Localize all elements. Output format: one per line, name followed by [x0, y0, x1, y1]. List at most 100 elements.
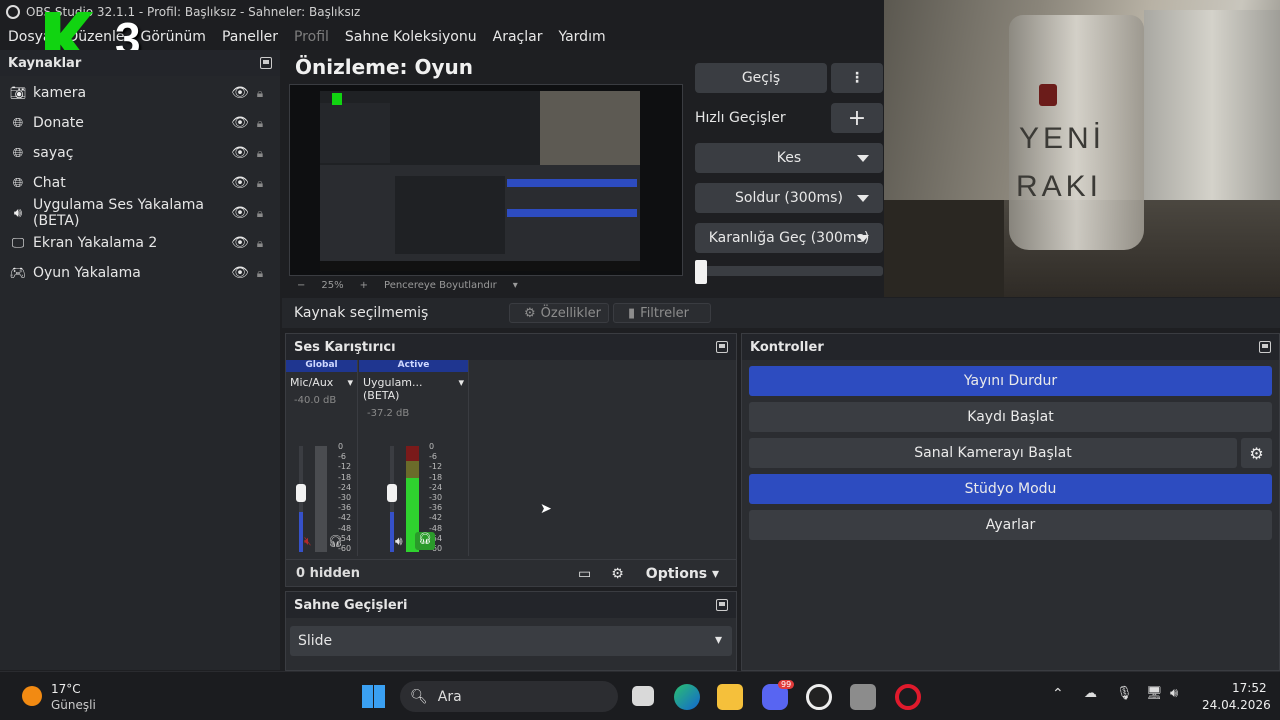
tbar-track[interactable] — [695, 266, 883, 276]
audio-mixer-dock: Ses Karıştırıcı Global Mic/Aux ▾ -40.0 dB… — [285, 333, 737, 587]
chevron-up-icon[interactable]: ⌃ — [1052, 686, 1064, 702]
source-item-game-capture[interactable]: 🎮︎ Oyun Yakalama 👁︎ 🔒︎ — [0, 258, 280, 288]
filters-button[interactable]: ▮ Filtreler — [613, 303, 711, 323]
filters-label: Filtreler — [640, 305, 690, 321]
gamepad-icon: 🎮︎ — [9, 265, 27, 281]
controls-header: Kontroller — [742, 334, 1279, 360]
windows-taskbar: 17°C Güneşli 🔍︎ Ara 99 ⌃ ☁︎ 🎙︎ 🖥︎ 🔊︎ 17:5… — [0, 671, 1280, 720]
edge-browser-icon[interactable] — [674, 684, 700, 710]
lock-icon[interactable]: 🔒︎ — [250, 146, 270, 161]
tbar-handle[interactable] — [695, 260, 707, 284]
gear-icon[interactable]: ⚙ — [1241, 438, 1272, 468]
menu-yardim[interactable]: Yardım — [558, 29, 605, 45]
gear-icon: ⚙ — [524, 305, 536, 321]
source-item-donate[interactable]: 🌐︎ Donate 👁︎ 🔒︎ — [0, 108, 280, 138]
bottle-text-top: YENİ — [1019, 122, 1106, 155]
network-cloud-icon[interactable]: ☁︎ — [1084, 686, 1097, 701]
visibility-eye-icon[interactable]: 👁︎ — [230, 145, 250, 161]
volume-fader-handle[interactable] — [387, 484, 397, 502]
source-item-chat[interactable]: 🌐︎ Chat 👁︎ 🔒︎ — [0, 168, 280, 198]
source-name: Uygulama Ses Yakalama (BETA) — [33, 197, 205, 229]
lock-icon[interactable]: 🔒︎ — [250, 86, 270, 101]
weather-desc[interactable]: Güneşli — [51, 698, 96, 712]
channel-name-dropdown[interactable]: Mic/Aux ▾ — [286, 372, 357, 393]
visibility-eye-icon[interactable]: 👁︎ — [230, 115, 250, 131]
wifi-icon[interactable]: 🖥︎ — [1146, 686, 1163, 701]
add-quick-transition-button[interactable]: + — [831, 103, 883, 133]
source-item-kamera[interactable]: 📷︎ kamera 👁︎ 🔒︎ — [0, 78, 280, 108]
monitor-headphone-icon[interactable]: 🎧︎ — [415, 532, 435, 550]
start-windows-icon[interactable] — [362, 685, 385, 708]
settings-button[interactable]: Ayarlar — [749, 510, 1272, 540]
task-view-icon[interactable] — [632, 686, 654, 706]
stop-streaming-button[interactable]: Yayını Durdur — [749, 366, 1272, 396]
visibility-eye-icon[interactable]: 👁︎ — [230, 85, 250, 101]
channel-name: Uygulam... (BETA) — [363, 376, 423, 402]
app-taskbar-icon[interactable] — [850, 684, 876, 710]
menu-sahne-koleksiyonu[interactable]: Sahne Koleksiyonu — [345, 29, 477, 45]
source-item-app-audio[interactable]: 🔊︎ Uygulama Ses Yakalama (BETA) 👁︎ 🔒︎ — [0, 197, 280, 229]
channel-name-dropdown[interactable]: Uygulam... (BETA) ▾ — [359, 372, 468, 406]
channel-tag: Global — [286, 360, 357, 372]
advanced-audio-gear-icon[interactable]: ⚙ — [611, 566, 624, 582]
undock-icon[interactable] — [1259, 341, 1271, 353]
options-label: Options — [645, 565, 708, 582]
visibility-eye-icon[interactable]: 👁︎ — [230, 235, 250, 251]
studio-mode-button[interactable]: Stüdyo Modu — [749, 474, 1272, 504]
clock-date[interactable]: 24.04.2026 — [1202, 698, 1271, 712]
start-virtual-camera-button[interactable]: Sanal Kamerayı Başlat — [749, 438, 1237, 468]
properties-button[interactable]: ⚙ Özellikler — [509, 303, 609, 323]
transition-button[interactable]: Geçiş — [695, 63, 827, 93]
zoom-in-icon[interactable]: + — [360, 280, 368, 291]
menu-araclar[interactable]: Araçlar — [493, 29, 543, 45]
more-options-icon[interactable]: ⋮ — [831, 63, 883, 93]
speaker-icon[interactable]: 🔊︎ — [395, 534, 403, 549]
fade-transition-dropdown[interactable]: Soldur (300ms) — [695, 183, 883, 213]
fade-label: Soldur (300ms) — [735, 190, 843, 206]
lock-icon[interactable]: 🔒︎ — [250, 206, 270, 221]
volume-fader-handle[interactable] — [296, 484, 306, 502]
visibility-eye-icon[interactable]: 👁︎ — [230, 265, 250, 281]
obs-taskbar-icon[interactable] — [806, 684, 832, 710]
opera-browser-icon[interactable] — [895, 684, 921, 710]
volume-icon[interactable]: 🔊︎ — [1170, 686, 1178, 701]
lock-icon[interactable]: 🔒︎ — [250, 236, 270, 251]
lock-icon[interactable]: 🔒︎ — [250, 116, 270, 131]
fade-to-black-dropdown[interactable]: Karanlığa Geç (300ms) — [695, 223, 883, 253]
zoom-out-icon[interactable]: − — [297, 280, 305, 291]
source-name: sayaç — [33, 145, 74, 161]
mixer-channel-app-audio: Active Uygulam... (BETA) ▾ -37.2 dB 0 -6 -1… — [359, 360, 469, 556]
cut-transition-dropdown[interactable]: Kes — [695, 143, 883, 173]
undock-icon[interactable] — [716, 341, 728, 353]
fit-to-window-button[interactable]: Pencereye Boyutlandır — [384, 280, 497, 291]
undock-icon[interactable] — [260, 57, 272, 69]
clock-time[interactable]: 17:52 — [1232, 681, 1267, 695]
visibility-eye-icon[interactable]: 👁︎ — [230, 175, 250, 191]
source-item-screen-capture[interactable]: 🖵︎ Ekran Yakalama 2 👁︎ 🔒︎ — [0, 228, 280, 258]
source-item-sayac[interactable]: 🌐︎ sayaç 👁︎ 🔒︎ — [0, 138, 280, 168]
file-explorer-icon[interactable] — [717, 684, 743, 710]
monitor-icon: 🖵︎ — [11, 235, 25, 251]
menu-paneller[interactable]: Paneller — [222, 29, 278, 45]
transition-select[interactable]: Slide ▾ — [290, 626, 732, 656]
preview-canvas[interactable] — [289, 84, 683, 276]
menu-profil[interactable]: Profil — [294, 29, 329, 45]
weather-temp[interactable]: 17°C — [51, 682, 81, 696]
visibility-eye-icon[interactable]: 👁︎ — [230, 205, 250, 221]
options-button[interactable]: Options ▾ — [646, 566, 719, 582]
start-recording-button[interactable]: Kaydı Başlat — [749, 402, 1272, 432]
weather-sun-icon[interactable] — [22, 686, 42, 706]
channel-name: Mic/Aux — [290, 376, 334, 389]
undock-icon[interactable] — [716, 599, 728, 611]
chevron-down-icon[interactable]: ▾ — [513, 280, 518, 291]
muted-speaker-icon[interactable]: 🔇︎ — [304, 534, 312, 549]
lock-icon[interactable]: 🔒︎ — [250, 266, 270, 281]
source-name: Ekran Yakalama 2 — [33, 235, 158, 251]
mouse-cursor-icon: ➤ — [540, 501, 552, 517]
layout-toggle-icon[interactable]: ▭ — [578, 566, 591, 582]
monitor-headphone-icon[interactable]: 🎧︎ — [328, 534, 343, 548]
filter-icon: ▮ — [628, 305, 636, 321]
lock-icon[interactable]: 🔒︎ — [250, 176, 270, 191]
taskbar-search[interactable]: 🔍︎ Ara — [400, 681, 618, 712]
microphone-icon[interactable]: 🎙︎ — [1116, 686, 1133, 701]
